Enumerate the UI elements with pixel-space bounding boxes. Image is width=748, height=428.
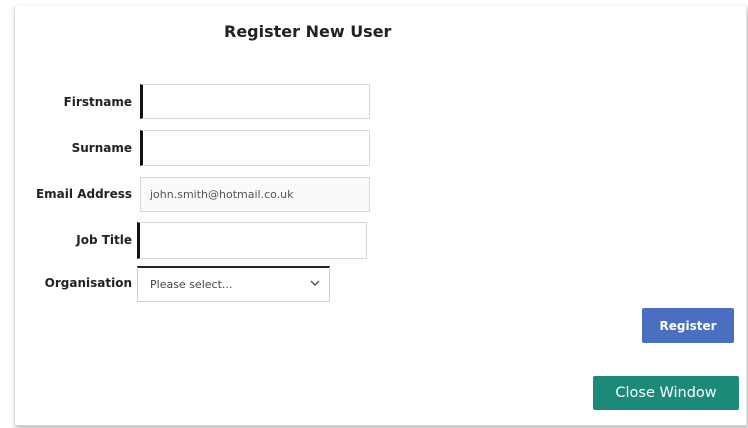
- dialog-title: Register New User: [224, 22, 392, 41]
- surname-label: Surname: [71, 141, 132, 155]
- job-title-field[interactable]: [137, 222, 367, 259]
- organisation-select[interactable]: Please select...: [137, 266, 330, 302]
- organisation-label: Organisation: [44, 276, 132, 290]
- chevron-down-icon: [310, 280, 320, 286]
- surname-field[interactable]: [140, 130, 370, 166]
- register-user-dialog: [14, 6, 747, 426]
- job-title-label: Job Title: [76, 233, 132, 247]
- firstname-label: Firstname: [63, 95, 132, 109]
- email-field[interactable]: john.smith@hotmail.co.uk: [140, 177, 370, 212]
- organisation-selected-value: Please select...: [150, 278, 233, 291]
- close-window-button[interactable]: Close Window: [593, 376, 739, 410]
- firstname-field[interactable]: [140, 84, 370, 119]
- register-button[interactable]: Register: [642, 308, 734, 343]
- email-label: Email Address: [35, 187, 132, 201]
